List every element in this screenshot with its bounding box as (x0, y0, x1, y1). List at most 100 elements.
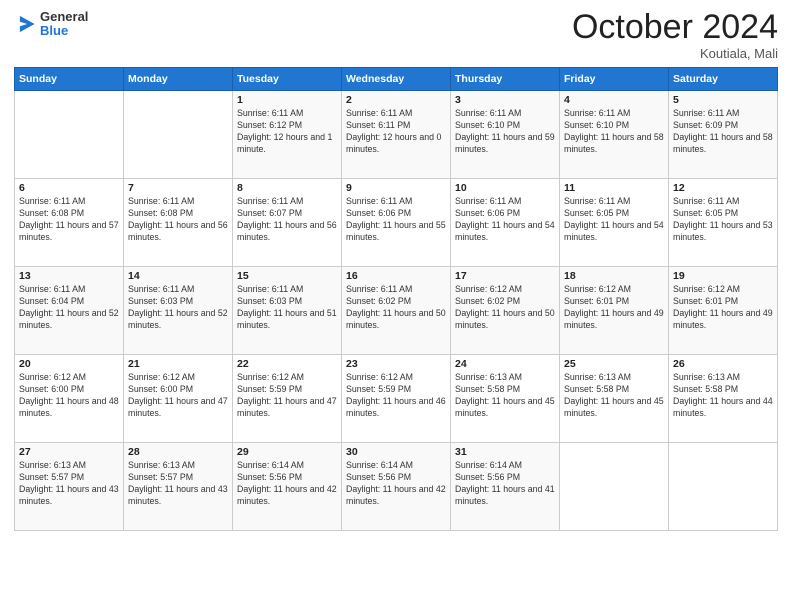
day-info: Sunrise: 6:13 AMSunset: 5:58 PMDaylight:… (673, 372, 773, 420)
calendar-week-row: 27 Sunrise: 6:13 AMSunset: 5:57 PMDayligh… (15, 443, 778, 531)
day-number: 18 (564, 270, 664, 282)
table-row: 19 Sunrise: 6:12 AMSunset: 6:01 PMDayligh… (669, 267, 778, 355)
table-row: 17 Sunrise: 6:12 AMSunset: 6:02 PMDayligh… (451, 267, 560, 355)
day-number: 22 (237, 358, 337, 370)
table-row: 10Sunrise: 6:11 AMSunset: 6:06 PMDayligh… (451, 179, 560, 267)
day-info: Sunrise: 6:12 AMSunset: 6:00 PMDaylight:… (128, 372, 228, 420)
day-info: Sunrise: 6:11 AMSunset: 6:03 PMDaylight:… (237, 284, 337, 332)
day-number: 24 (455, 358, 555, 370)
day-number: 8 (237, 182, 337, 194)
day-number: 1 (237, 94, 337, 106)
day-info: Sunrise: 6:14 AMSunset: 5:56 PMDaylight:… (346, 460, 446, 508)
day-info: Sunrise: 6:11 AMSunset: 6:09 PMDaylight:… (673, 108, 773, 156)
calendar-header-row: Sunday Monday Tuesday Wednesday Thursday… (15, 68, 778, 91)
logo-text: General Blue (40, 10, 88, 39)
day-info: Sunrise: 6:11 AMSunset: 6:08 PMDaylight:… (128, 196, 228, 244)
day-info: Sunrise: 6:11 AMSunset: 6:05 PMDaylight:… (673, 196, 773, 244)
day-info: Sunrise: 6:11 AMSunset: 6:10 PMDaylight:… (455, 108, 555, 156)
table-row: 25 Sunrise: 6:13 AMSunset: 5:58 PMDayligh… (560, 355, 669, 443)
day-info: Sunrise: 6:11 AMSunset: 6:08 PMDaylight:… (19, 196, 119, 244)
table-row: 27 Sunrise: 6:13 AMSunset: 5:57 PMDayligh… (15, 443, 124, 531)
day-number: 20 (19, 358, 119, 370)
day-info: Sunrise: 6:12 AMSunset: 6:01 PMDaylight:… (673, 284, 773, 332)
day-info: Sunrise: 6:12 AMSunset: 5:59 PMDaylight:… (237, 372, 337, 420)
table-row: 4 Sunrise: 6:11 AMSunset: 6:10 PMDaylight… (560, 91, 669, 179)
day-number: 9 (346, 182, 446, 194)
day-number: 27 (19, 446, 119, 458)
day-number: 17 (455, 270, 555, 282)
logo-blue: Blue (40, 24, 88, 38)
table-row: 30 Sunrise: 6:14 AMSunset: 5:56 PMDayligh… (342, 443, 451, 531)
day-info: Sunrise: 6:11 AMSunset: 6:11 PMDaylight:… (346, 108, 446, 156)
day-info: Sunrise: 6:12 AMSunset: 6:00 PMDaylight:… (19, 372, 119, 420)
day-info: Sunrise: 6:11 AMSunset: 6:04 PMDaylight:… (19, 284, 119, 332)
col-friday: Friday (560, 68, 669, 91)
table-row: 7 Sunrise: 6:11 AMSunset: 6:08 PMDaylight… (124, 179, 233, 267)
table-row: 3 Sunrise: 6:11 AMSunset: 6:10 PMDaylight… (451, 91, 560, 179)
day-info: Sunrise: 6:11 AMSunset: 6:12 PMDaylight:… (237, 108, 337, 156)
day-info: Sunrise: 6:13 AMSunset: 5:58 PMDaylight:… (564, 372, 664, 420)
day-info: Sunrise: 6:14 AMSunset: 5:56 PMDaylight:… (237, 460, 337, 508)
day-info: Sunrise: 6:11 AMSunset: 6:06 PMDaylight:… (455, 196, 555, 244)
day-number: 3 (455, 94, 555, 106)
col-sunday: Sunday (15, 68, 124, 91)
day-info: Sunrise: 6:11 AMSunset: 6:10 PMDaylight:… (564, 108, 664, 156)
table-row: 13Sunrise: 6:11 AMSunset: 6:04 PMDayligh… (15, 267, 124, 355)
table-row: 29 Sunrise: 6:14 AMSunset: 5:56 PMDayligh… (233, 443, 342, 531)
day-info: Sunrise: 6:12 AMSunset: 6:02 PMDaylight:… (455, 284, 555, 332)
header: General Blue October 2024 Koutiala, Mali (14, 10, 778, 61)
table-row: 8 Sunrise: 6:11 AMSunset: 6:07 PMDaylight… (233, 179, 342, 267)
day-info: Sunrise: 6:13 AMSunset: 5:57 PMDaylight:… (19, 460, 119, 508)
table-row: 18Sunrise: 6:12 AMSunset: 6:01 PMDayligh… (560, 267, 669, 355)
day-info: Sunrise: 6:11 AMSunset: 6:02 PMDaylight:… (346, 284, 446, 332)
table-row: 31Sunrise: 6:14 AMSunset: 5:56 PMDayligh… (451, 443, 560, 531)
col-wednesday: Wednesday (342, 68, 451, 91)
day-number: 31 (455, 446, 555, 458)
calendar-week-row: 20 Sunrise: 6:12 AMSunset: 6:00 PMDayligh… (15, 355, 778, 443)
day-info: Sunrise: 6:12 AMSunset: 5:59 PMDaylight:… (346, 372, 446, 420)
title-block: October 2024 Koutiala, Mali (572, 10, 778, 61)
day-number: 25 (564, 358, 664, 370)
logo: General Blue (14, 10, 88, 39)
day-number: 7 (128, 182, 228, 194)
day-number: 28 (128, 446, 228, 458)
logo-general: General (40, 10, 88, 24)
table-row: 26Sunrise: 6:13 AMSunset: 5:58 PMDayligh… (669, 355, 778, 443)
calendar-week-row: 1 Sunrise: 6:11 AMSunset: 6:12 PMDaylight… (15, 91, 778, 179)
table-row (124, 91, 233, 179)
table-row: 14 Sunrise: 6:11 AMSunset: 6:03 PMDayligh… (124, 267, 233, 355)
col-monday: Monday (124, 68, 233, 91)
day-number: 5 (673, 94, 773, 106)
calendar-week-row: 13Sunrise: 6:11 AMSunset: 6:04 PMDayligh… (15, 267, 778, 355)
day-number: 29 (237, 446, 337, 458)
day-number: 6 (19, 182, 119, 194)
table-row: 1 Sunrise: 6:11 AMSunset: 6:12 PMDaylight… (233, 91, 342, 179)
table-row: 16 Sunrise: 6:11 AMSunset: 6:02 PMDayligh… (342, 267, 451, 355)
table-row (15, 91, 124, 179)
day-info: Sunrise: 6:13 AMSunset: 5:58 PMDaylight:… (455, 372, 555, 420)
day-info: Sunrise: 6:11 AMSunset: 6:05 PMDaylight:… (564, 196, 664, 244)
day-number: 14 (128, 270, 228, 282)
day-info: Sunrise: 6:11 AMSunset: 6:07 PMDaylight:… (237, 196, 337, 244)
day-number: 16 (346, 270, 446, 282)
col-saturday: Saturday (669, 68, 778, 91)
day-number: 4 (564, 94, 664, 106)
location: Koutiala, Mali (572, 46, 778, 61)
day-info: Sunrise: 6:13 AMSunset: 5:57 PMDaylight:… (128, 460, 228, 508)
table-row: 21Sunrise: 6:12 AMSunset: 6:00 PMDayligh… (124, 355, 233, 443)
table-row: 28 Sunrise: 6:13 AMSunset: 5:57 PMDayligh… (124, 443, 233, 531)
table-row: 11Sunrise: 6:11 AMSunset: 6:05 PMDayligh… (560, 179, 669, 267)
day-info: Sunrise: 6:11 AMSunset: 6:03 PMDaylight:… (128, 284, 228, 332)
table-row (560, 443, 669, 531)
table-row: 15 Sunrise: 6:11 AMSunset: 6:03 PMDayligh… (233, 267, 342, 355)
col-tuesday: Tuesday (233, 68, 342, 91)
day-number: 19 (673, 270, 773, 282)
table-row: 2Sunrise: 6:11 AMSunset: 6:11 PMDaylight… (342, 91, 451, 179)
table-row: 12 Sunrise: 6:11 AMSunset: 6:05 PMDayligh… (669, 179, 778, 267)
table-row: 23Sunrise: 6:12 AMSunset: 5:59 PMDayligh… (342, 355, 451, 443)
day-number: 30 (346, 446, 446, 458)
day-number: 15 (237, 270, 337, 282)
day-number: 12 (673, 182, 773, 194)
table-row: 20 Sunrise: 6:12 AMSunset: 6:00 PMDayligh… (15, 355, 124, 443)
col-thursday: Thursday (451, 68, 560, 91)
